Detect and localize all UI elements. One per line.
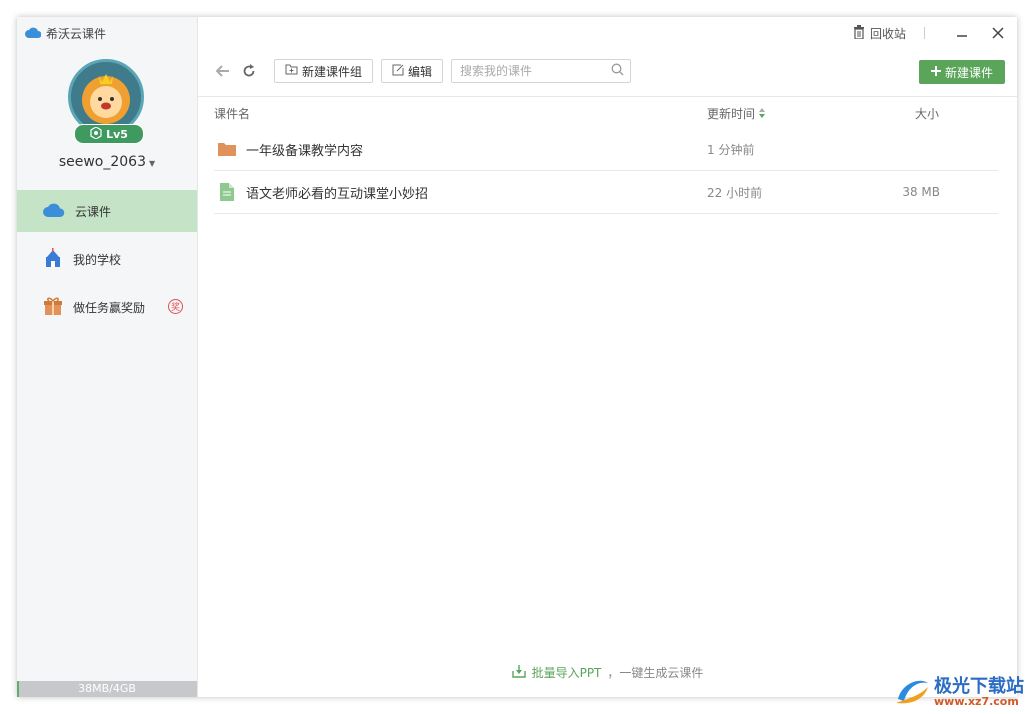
row-time: 22 小时前 — [707, 185, 763, 200]
batch-import-link[interactable]: 批量导入PPT — [532, 664, 602, 681]
search-icon[interactable] — [611, 63, 624, 79]
toolbar: 新建课件组 编辑 — [214, 59, 632, 83]
school-icon — [43, 247, 63, 271]
minimize-icon — [957, 35, 967, 37]
table-row[interactable]: 一年级备课教学内容 1 分钟前 — [214, 128, 998, 171]
sidebar: 希沃云课件 Lv5 seewo_2063 ▼ 云课件 我的学校 做任务赢奖励 奖… — [17, 17, 198, 697]
app-title: 希沃云课件 — [25, 25, 106, 42]
search-box[interactable] — [451, 59, 632, 83]
table-row[interactable]: 语文老师必看的互动课堂小妙招 22 小时前 38 MB — [214, 171, 998, 214]
caret-down-icon: ▼ — [149, 159, 156, 168]
close-button[interactable] — [989, 24, 1007, 42]
trash-icon — [853, 24, 865, 42]
cloud-logo-icon — [25, 27, 42, 41]
cloud-icon — [43, 203, 65, 220]
column-header-size[interactable]: 大小 — [915, 105, 939, 122]
new-group-button[interactable]: 新建课件组 — [274, 59, 374, 83]
edit-icon — [392, 64, 404, 79]
title-bar-actions: 回收站 — [853, 24, 1007, 42]
sidebar-item-cloud-courseware[interactable]: 云课件 — [17, 190, 197, 232]
app-window: 希沃云课件 Lv5 seewo_2063 ▼ 云课件 我的学校 做任务赢奖励 奖… — [17, 17, 1017, 697]
sidebar-nav: 云课件 我的学校 做任务赢奖励 奖 — [17, 190, 197, 334]
row-size: 38 MB — [902, 185, 940, 199]
divider — [198, 96, 1017, 97]
document-icon — [218, 183, 236, 201]
folder-plus-icon — [285, 64, 298, 78]
main-panel: 回收站 新建课件组 编辑 搜索我的课件 新建课件 课件名 更新时间 大小 一年级… — [198, 17, 1017, 697]
storage-used-fill — [17, 681, 19, 697]
column-header-time[interactable]: 更新时间 — [707, 105, 766, 122]
level-icon — [90, 125, 102, 142]
column-header-name[interactable]: 课件名 — [214, 105, 250, 122]
row-time: 1 分钟前 — [707, 142, 755, 157]
row-name: 语文老师必看的互动课堂小妙招 — [246, 186, 429, 202]
sort-icon — [759, 107, 766, 121]
edit-button[interactable]: 编辑 — [381, 59, 444, 83]
close-icon — [992, 27, 1004, 39]
storage-usage-bar: 38MB/4GB — [17, 681, 197, 697]
username-dropdown[interactable]: seewo_2063 ▼ — [17, 154, 197, 170]
plus-icon — [930, 65, 941, 79]
gift-icon — [43, 296, 63, 319]
recycle-bin-button[interactable]: 回收站 — [853, 24, 906, 42]
divider — [924, 27, 925, 39]
level-badge: Lv5 — [74, 124, 144, 144]
site-watermark: 极光下载站 www.xz7.com — [894, 675, 1024, 710]
sidebar-item-my-school[interactable]: 我的学校 — [17, 238, 197, 280]
courseware-list: 一年级备课教学内容 1 分钟前 语文老师必看的互动课堂小妙招 22 小时前 38… — [214, 128, 998, 214]
search-input[interactable] — [458, 63, 612, 79]
import-icon — [511, 664, 526, 681]
sidebar-item-tasks-rewards[interactable]: 做任务赢奖励 奖 — [17, 286, 197, 328]
minimize-button[interactable] — [953, 24, 971, 42]
refresh-icon[interactable] — [240, 62, 258, 80]
back-arrow-icon[interactable] — [214, 62, 232, 80]
reward-badge: 奖 — [168, 299, 183, 314]
aurora-logo-icon — [894, 675, 930, 710]
row-name: 一年级备课教学内容 — [246, 143, 364, 159]
new-courseware-button[interactable]: 新建课件 — [918, 60, 1005, 84]
table-header: 课件名 更新时间 大小 — [214, 105, 998, 121]
folder-icon — [218, 140, 236, 158]
